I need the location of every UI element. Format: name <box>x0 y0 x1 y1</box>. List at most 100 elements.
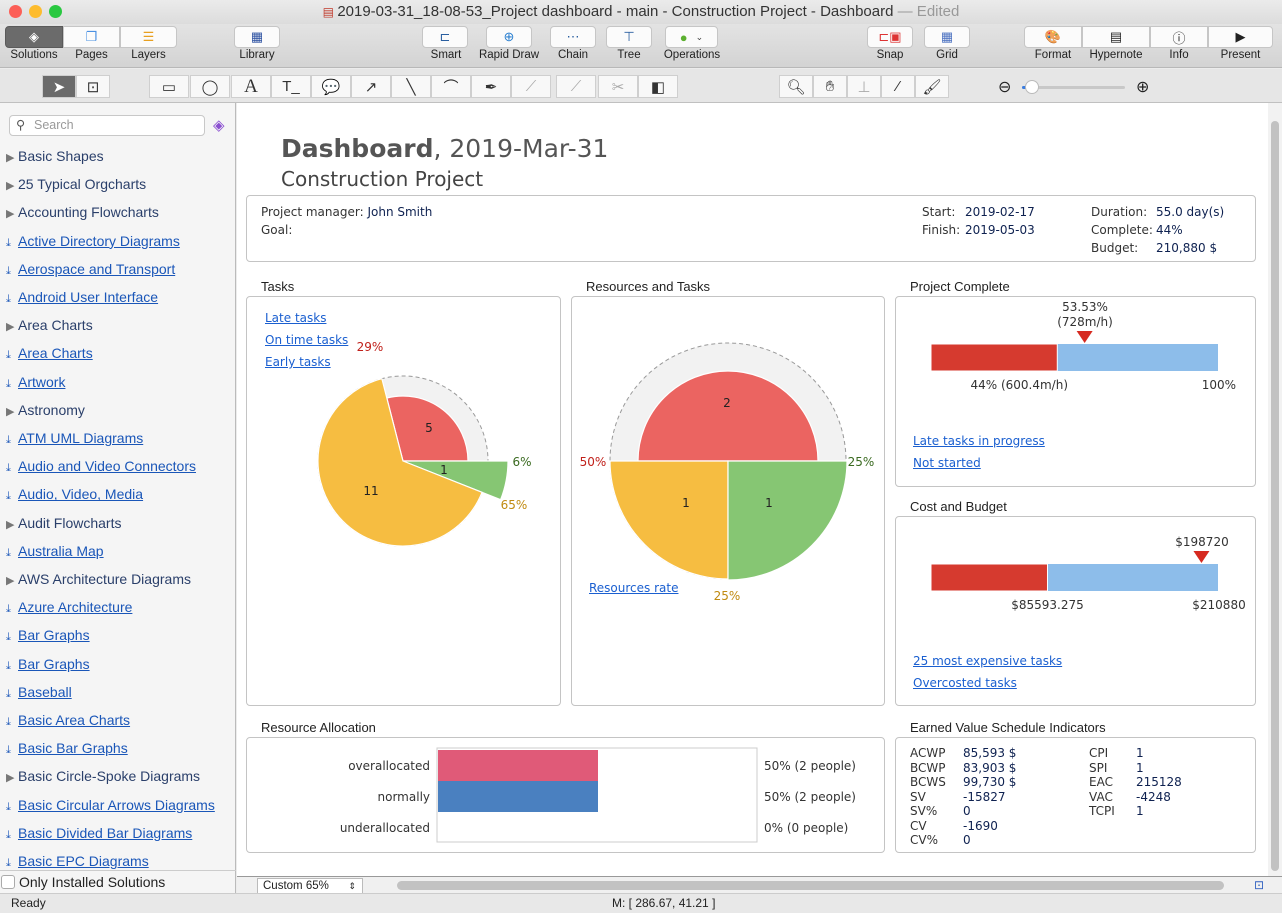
sidebar-item[interactable]: ⤓ Audio, Video, Media <box>6 484 143 504</box>
sidebar-item[interactable]: ⤓ ATM UML Diagrams <box>6 428 143 448</box>
sidebar-item-label: Basic Bar Graphs <box>18 740 128 757</box>
download-icon: ⤓ <box>6 744 11 757</box>
pages-button[interactable]: ❐ <box>63 26 120 48</box>
main-toolbar: ◈ ❐ ☰ Solutions Pages Layers ▦ Library ⊏… <box>0 24 1282 68</box>
add-point-icon[interactable]: ⟋ <box>556 75 596 98</box>
sidebar-item[interactable]: ▶ Basic Circle-Spoke Diagrams <box>6 766 200 786</box>
sidebar-item[interactable]: ▶ AWS Architecture Diagrams <box>6 569 191 589</box>
sidebar-item[interactable]: ⤓ Area Charts <box>6 343 93 363</box>
ellipse-tool-icon[interactable]: ◯ <box>190 75 230 98</box>
magnifier-icon[interactable]: 🔍︎ <box>779 75 813 98</box>
grid-button[interactable]: ▦ <box>924 26 970 48</box>
library-button[interactable]: ▦ <box>234 26 280 48</box>
pages-label: Pages <box>75 49 108 61</box>
sidebar-item[interactable]: ⤓ Basic Divided Bar Diagrams <box>6 823 192 843</box>
only-installed-checkbox[interactable] <box>1 875 15 889</box>
rapid-draw-icon: ⊕ <box>503 29 515 44</box>
rectangle-tool-icon[interactable]: ▭ <box>149 75 189 98</box>
pen-tool-icon[interactable]: ✒ <box>471 75 511 98</box>
slice-percent: 29% <box>357 340 384 354</box>
text-tool-icon[interactable]: A <box>231 75 271 98</box>
stamp-icon[interactable]: ⊥ <box>847 75 881 98</box>
sidebar-item-label: Basic Shapes <box>18 148 104 164</box>
zoom-in-icon[interactable]: ⊕ <box>1136 77 1149 97</box>
zoom-select[interactable]: Custom 65% ⇕ <box>257 878 363 894</box>
fit-page-icon[interactable]: ⊡ <box>1254 878 1264 892</box>
sidebar-item[interactable]: ⤓ Android User Interface <box>6 287 158 307</box>
sidebar-item[interactable]: ⤓ Artwork <box>6 372 65 392</box>
sidebar-item-label: Basic Area Charts <box>18 712 131 728</box>
edit-points-icon[interactable]: ⟋ <box>511 75 551 98</box>
sidebar-item[interactable]: ▶ 25 Typical Orgcharts <box>6 174 146 194</box>
arc-tool-icon[interactable]: ⌒ <box>431 75 471 98</box>
format-brush-icon[interactable]: 🖌︎ <box>915 75 949 98</box>
search-placeholder: Search <box>34 118 74 132</box>
rapid-draw-label: Rapid Draw <box>478 49 540 61</box>
sidebar-item[interactable]: ⤓ Basic Area Charts <box>6 710 130 730</box>
zoom-window-button[interactable] <box>49 5 62 18</box>
download-icon: ⤓ <box>6 490 11 503</box>
sidebar-item[interactable]: ⤓ Azure Architecture <box>6 597 132 617</box>
smart-button[interactable]: ⊏ <box>422 26 468 48</box>
chain-button[interactable]: ⋯ <box>550 26 596 48</box>
sidebar-item[interactable]: ▶ Accounting Flowcharts <box>6 202 159 222</box>
cost-marker <box>1193 551 1210 563</box>
sidebar-item-label: Australia Map <box>18 542 104 559</box>
text-box-tool-icon[interactable]: T_ <box>271 75 311 98</box>
zoom-slider[interactable] <box>1022 80 1125 94</box>
vertical-scrollbar[interactable] <box>1268 103 1282 876</box>
arrow-tool-icon[interactable]: ↗ <box>351 75 391 98</box>
sidebar-item-label: Area Charts <box>18 317 93 334</box>
allocation-value: 0% (0 people) <box>764 821 848 835</box>
rapid-draw-button[interactable]: ⊕ <box>486 26 532 48</box>
drawing-canvas[interactable]: Dashboard, 2019-Mar-31 Construction Proj… <box>237 103 1268 876</box>
eyedropper-icon[interactable]: ⁄ <box>881 75 915 98</box>
sidebar-item[interactable]: ⤓ Aerospace and Transport <box>6 259 175 279</box>
info-button[interactable]: ⓘ <box>1150 26 1208 48</box>
sidebar-item[interactable]: ▶ Basic Shapes <box>6 146 104 166</box>
solutions-button[interactable]: ◈ <box>5 26 63 48</box>
sidebar-item[interactable]: ⤓ Basic EPC Diagrams <box>6 851 149 871</box>
layers-button[interactable]: ☰ <box>120 26 177 48</box>
close-window-button[interactable] <box>9 5 22 18</box>
allocation-label: overallocated <box>348 759 430 773</box>
minimize-window-button[interactable] <box>29 5 42 18</box>
zoom-out-icon[interactable]: ⊖ <box>998 77 1011 97</box>
solutions-filter-icon[interactable]: ◈ <box>213 116 225 134</box>
sidebar-item[interactable]: ⤓ Bar Graphs <box>6 625 90 645</box>
sidebar-item[interactable]: ⤓ Audio and Video Connectors <box>6 456 196 476</box>
expand-triangle-icon: ▶ <box>6 772 15 785</box>
download-icon: ⤓ <box>6 349 11 362</box>
horizontal-scrollbar[interactable] <box>397 881 1224 890</box>
sidebar-item[interactable]: ⤓ Australia Map <box>6 541 104 561</box>
format-button[interactable]: 🎨 <box>1024 26 1082 48</box>
sidebar-item[interactable]: ⤓ Baseball <box>6 682 72 702</box>
hypernote-button[interactable]: ▤ <box>1082 26 1150 48</box>
container-tool-icon[interactable]: ◧ <box>638 75 678 98</box>
allocation-label: underallocated <box>340 821 430 835</box>
expand-triangle-icon: ▶ <box>6 321 15 334</box>
sidebar-item[interactable]: ⤓ Basic Bar Graphs <box>6 738 128 758</box>
sidebar-item[interactable]: ⤓ Active Directory Diagrams <box>6 231 180 251</box>
slice-percent: 25% <box>848 455 875 469</box>
download-icon: ⤓ <box>6 236 11 249</box>
only-installed-checkbox-row[interactable]: Only Installed Solutions <box>0 870 236 893</box>
search-input[interactable]: ⚲ Search <box>9 115 205 136</box>
text-select-tool-icon[interactable]: ⊡ <box>76 75 110 98</box>
hand-pan-icon[interactable]: ✋︎ <box>813 75 847 98</box>
download-icon: ⤓ <box>6 716 11 728</box>
operations-button[interactable]: ● ⌄ <box>665 26 718 48</box>
scissors-icon[interactable]: ✂ <box>598 75 638 98</box>
sidebar-item[interactable]: ⤓ Bar Graphs <box>6 654 90 674</box>
sidebar-item[interactable]: ▶ Astronomy <box>6 400 85 420</box>
sidebar-item[interactable]: ⤓ Basic Circular Arrows Diagrams <box>6 795 215 815</box>
tree-button[interactable]: ⊤ <box>606 26 652 48</box>
sidebar-item[interactable]: ▶ Audit Flowcharts <box>6 513 121 533</box>
line-tool-icon[interactable]: ╲ <box>391 75 431 98</box>
library-label: Library <box>239 49 275 61</box>
select-tool-icon[interactable]: ➤ <box>42 75 76 98</box>
present-button[interactable]: ▶ <box>1208 26 1273 48</box>
callout-tool-icon[interactable]: 💬 <box>311 75 351 98</box>
snap-button[interactable]: ⊏▣ <box>867 26 913 48</box>
sidebar-item[interactable]: ▶ Area Charts <box>6 315 93 335</box>
